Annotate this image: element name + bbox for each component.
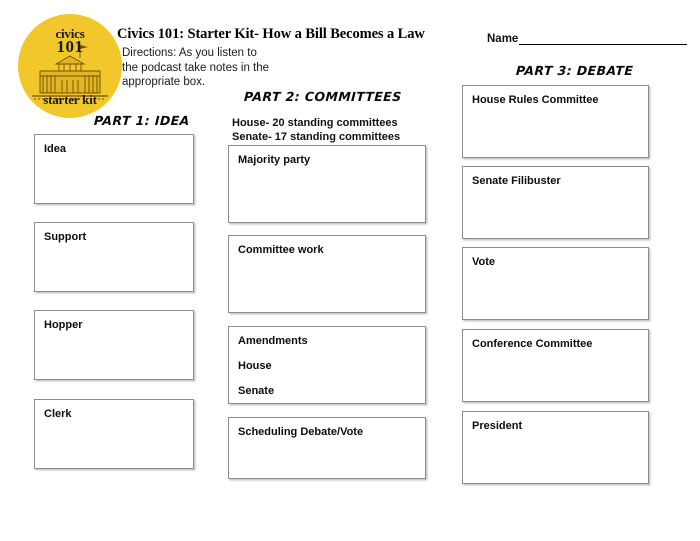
note-box-committee-work[interactable]: Committee work [228, 235, 426, 313]
part-1-heading: Part 1: Idea [93, 113, 191, 128]
note-box-label: Committee work [238, 244, 324, 256]
note-box-label: Conference Committee [472, 338, 593, 350]
note-box-amendments[interactable]: Amendments House Senate [228, 326, 426, 404]
note-box-label: Vote [472, 256, 496, 268]
note-box-label: Hopper [44, 319, 83, 331]
note-box-label: Scheduling Debate/Vote [238, 426, 364, 438]
note-box-vote[interactable]: Vote [462, 247, 649, 320]
note-box-house-rules-committee[interactable]: House Rules Committee [462, 85, 649, 158]
name-field[interactable]: Name [487, 33, 688, 45]
note-box-label: President [472, 420, 523, 432]
note-box-label: Majority party [238, 154, 311, 166]
note-box-label: Clerk [44, 408, 72, 420]
note-box-hopper[interactable]: Hopper [34, 310, 194, 380]
logo-101-text: 101 [56, 37, 84, 56]
directions-text: Directions: As you listen to the podcast… [122, 47, 270, 88]
note-box-scheduling-debate-vote[interactable]: Scheduling Debate/Vote [228, 417, 426, 479]
name-label: Name [487, 33, 519, 45]
committee-counts: House- 20 standing committees Senate- 17… [232, 117, 400, 144]
logo-top-text: civics 101 [18, 27, 122, 56]
note-box-label-senate: Senate [238, 385, 275, 397]
note-box-idea[interactable]: Idea [34, 134, 194, 204]
note-box-president[interactable]: President [462, 411, 649, 484]
note-box-label-house: House [238, 360, 272, 372]
note-box-conference-committee[interactable]: Conference Committee [462, 329, 649, 402]
note-box-support[interactable]: Support [34, 222, 194, 292]
civics-101-logo: civics 101 starter kit [18, 14, 122, 118]
note-box-label: Senate Filibuster [472, 175, 561, 187]
name-write-line[interactable] [519, 33, 688, 45]
note-box-label: Support [44, 231, 87, 243]
note-box-clerk[interactable]: Clerk [34, 399, 194, 469]
note-box-label: Amendments [238, 335, 308, 347]
note-box-label: Idea [44, 143, 67, 155]
house-committee-count: House- 20 standing committees [232, 117, 398, 129]
senate-committee-count: Senate- 17 standing committees [232, 130, 401, 143]
note-box-senate-filibuster[interactable]: Senate Filibuster [462, 166, 649, 239]
worksheet-page: civics 101 starter kit Civics 101: Start… [0, 0, 700, 541]
part-3-heading: Part 3: Debate [515, 63, 634, 78]
logo-starter-kit-text: starter kit [43, 92, 97, 107]
note-box-label: House Rules Committee [472, 94, 599, 106]
page-title: Civics 101: Starter Kit- How a Bill Beco… [117, 26, 425, 42]
part-2-heading: Part 2: Committees [243, 89, 403, 104]
note-box-majority-party[interactable]: Majority party [228, 145, 426, 223]
